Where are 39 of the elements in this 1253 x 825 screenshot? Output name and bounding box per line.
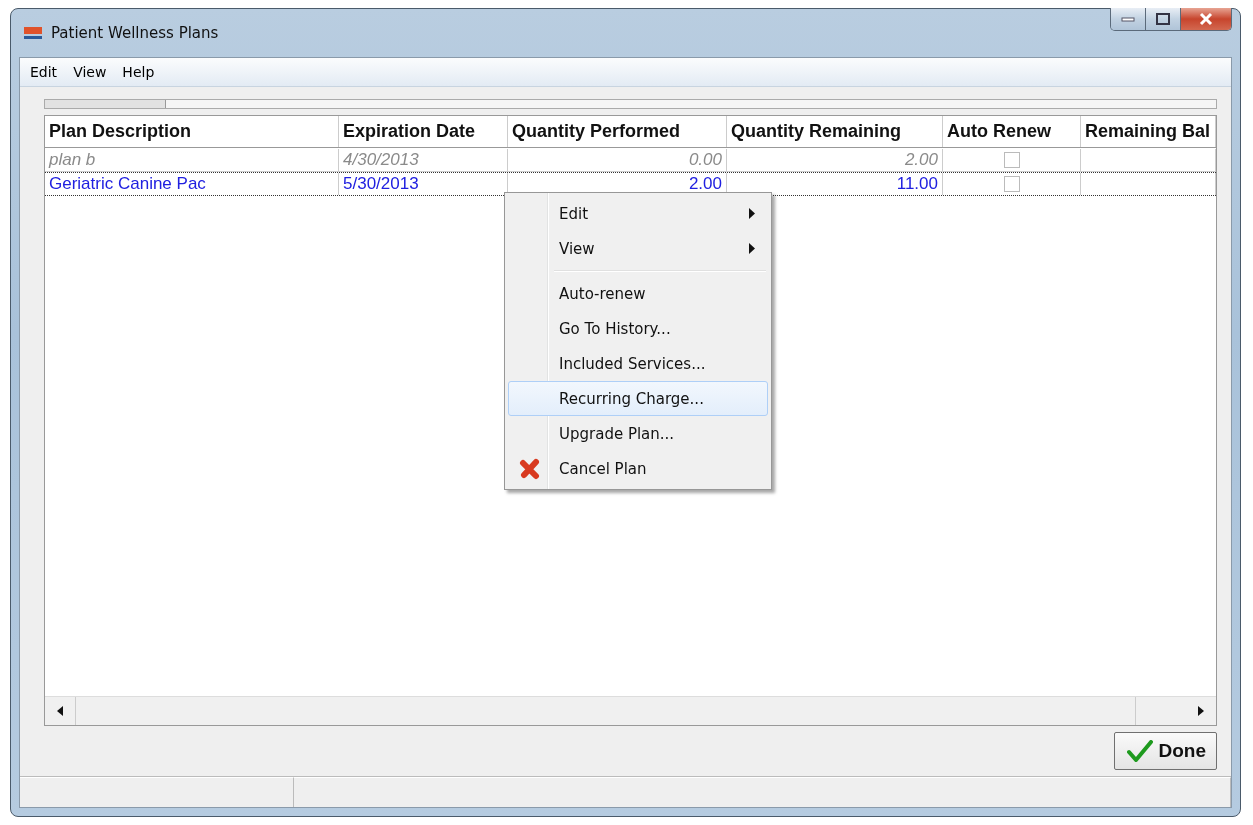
table-row[interactable]: plan b 4/30/2013 0.00 2.00 [45, 148, 1216, 172]
context-menu-item[interactable]: Upgrade Plan... [508, 416, 768, 451]
close-icon [1198, 12, 1214, 26]
context-menu-item[interactable]: Edit [508, 196, 768, 231]
column-header[interactable]: Expiration Date [339, 116, 508, 147]
context-menu-item[interactable]: View [508, 231, 768, 266]
checkmark-icon [1126, 740, 1153, 762]
context-menu-item[interactable]: Go To History... [508, 311, 768, 346]
done-button[interactable]: Done [1113, 732, 1217, 770]
submenu-arrow-icon [749, 208, 755, 219]
cross-icon [519, 457, 541, 480]
right-arrow-icon [1198, 706, 1204, 716]
minimize-icon [1121, 16, 1135, 22]
menu-item[interactable]: Edit [24, 62, 64, 82]
table-cell: plan b [45, 149, 339, 171]
maximize-icon [1156, 13, 1170, 25]
context-menu-item[interactable]: Auto-renew [508, 276, 768, 311]
table-cell: 4/30/2013 [339, 149, 508, 171]
table-cell: 2.00 [727, 149, 943, 171]
column-header[interactable]: Quantity Remaining [727, 116, 943, 147]
left-arrow-icon [57, 706, 63, 716]
context-menu-item[interactable]: Recurring Charge... [508, 381, 768, 416]
column-header[interactable]: Remaining Bal [1081, 116, 1216, 147]
submenu-arrow-icon [749, 243, 755, 254]
checkbox[interactable] [1003, 152, 1020, 168]
table-cell: Geriatric Canine Pac [45, 173, 339, 195]
column-header[interactable]: Quantity Performed [508, 116, 727, 147]
table-cell: 0.00 [508, 149, 727, 171]
maximize-button[interactable] [1145, 8, 1180, 30]
window-title: Patient Wellness Plans [51, 24, 219, 42]
menu-item[interactable]: Help [116, 62, 161, 82]
app-logo-icon [23, 25, 43, 41]
column-header[interactable]: Auto Renew [943, 116, 1081, 147]
column-header[interactable]: Plan Description [45, 116, 339, 147]
context-menu-item[interactable]: Included Services... [508, 346, 768, 381]
context-menu-item[interactable]: Cancel Plan [508, 451, 768, 486]
checkbox[interactable] [1003, 176, 1020, 192]
close-button[interactable] [1180, 8, 1231, 30]
menu-item[interactable]: View [67, 62, 113, 82]
